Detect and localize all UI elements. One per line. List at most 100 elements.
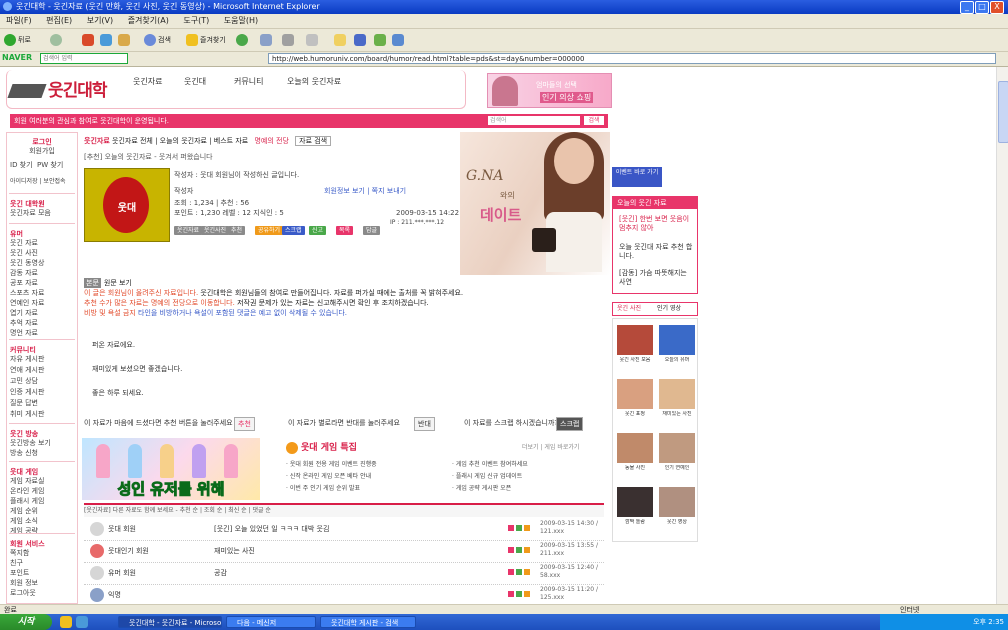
recommend-button[interactable]: 추천 <box>234 417 255 431</box>
thumbnail-caption[interactable]: 웃긴 사진 모음 <box>615 357 655 363</box>
folder-button[interactable] <box>334 32 348 48</box>
sidebar-item-community[interactable]: 연애 게시판 <box>7 366 77 375</box>
address-input[interactable]: http://web.humoruniv.com/board/humor/rea… <box>268 53 996 64</box>
author-profile-link[interactable]: 회원정보 보기 | 쪽지 보내기 <box>324 186 406 196</box>
nav-univ[interactable]: 웃긴대 <box>184 76 206 87</box>
sidebar-item-member[interactable]: 친구 <box>7 559 77 568</box>
breadcrumb-links[interactable]: 웃긴자료 전체 | 오늘의 웃긴자료 | 베스트 자료 <box>112 137 248 145</box>
home-button[interactable] <box>118 32 132 48</box>
mail-button[interactable] <box>260 32 274 48</box>
task-messenger[interactable]: 다음 - 메신저 <box>226 616 316 628</box>
sidebar-section-broadcast[interactable]: 웃긴 방송 <box>7 429 77 439</box>
table-row[interactable]: 웃대 회원 [웃긴] 오늘 있었던 일 ㅋㅋㅋ 대박 웃김 2009-03-15 1… <box>84 518 604 541</box>
close-button[interactable]: X <box>990 1 1004 14</box>
sidebar-item-game[interactable]: 게임 소식 <box>7 517 77 526</box>
tools-button[interactable] <box>392 32 406 48</box>
site-search-button[interactable]: 검색 <box>584 116 604 125</box>
row-title[interactable]: 공감 <box>214 568 227 578</box>
table-row[interactable]: 유머 회원 공감 2009-03-15 12:40 / 58.xxx <box>84 562 604 585</box>
row-title[interactable]: [웃긴] 오늘 있었던 일 ㅋㅋㅋ 대박 웃김 <box>214 524 329 534</box>
thumbnail-image[interactable] <box>617 433 653 463</box>
find-id-link[interactable]: ID 찾기 PW 찾기 <box>7 161 77 170</box>
stop-button[interactable] <box>82 32 96 48</box>
game-list-item[interactable]: · 웃대 회원 전용 게임 이벤트 진행중 <box>286 460 377 469</box>
best-link[interactable]: 명예의 전당 <box>254 137 288 145</box>
thumbnail-image[interactable] <box>659 487 695 517</box>
scrap-button[interactable]: 스크랩 <box>556 417 584 431</box>
menu-help[interactable]: 도움말(H) <box>218 14 264 28</box>
thumbnail-image[interactable] <box>617 379 653 409</box>
sidebar-item-humor[interactable]: 감동 자료 <box>7 269 77 278</box>
sidebar-item-humor[interactable]: 웃긴 사진 <box>7 249 77 258</box>
start-button[interactable]: 시작 <box>0 614 52 630</box>
tab-popular-video[interactable]: 인기 영상 <box>657 303 681 315</box>
sidebar-item-humor[interactable]: 스포츠 자료 <box>7 289 77 298</box>
maximize-button[interactable]: □ <box>975 1 989 14</box>
history-button[interactable] <box>236 32 250 48</box>
post-tag-button[interactable]: 신고 <box>309 226 327 235</box>
sidebar-item-game[interactable]: 온라인 게임 <box>7 487 77 496</box>
post-tag-button[interactable]: 추천 <box>228 226 246 235</box>
gna-ad-banner[interactable]: G.NA 와의 데이트 <box>460 132 610 275</box>
thumbnail-image[interactable] <box>659 325 695 355</box>
thumbnail-image[interactable] <box>659 379 695 409</box>
sidebar-section-grad[interactable]: 웃긴 대학원 <box>7 199 77 209</box>
row-title[interactable]: 재미있는 사진 <box>214 546 255 556</box>
scroll-thumb[interactable] <box>998 81 1008 143</box>
print-button[interactable] <box>282 32 296 48</box>
thumbnail-caption[interactable]: 재미있는 사진 <box>657 411 697 417</box>
post-tag-button[interactable]: 웃긴사진 <box>201 226 230 235</box>
sidebar-item-community[interactable]: 질문 답변 <box>7 399 77 408</box>
row-nickname[interactable]: 웃대 회원 <box>108 524 136 534</box>
sidebar-item-game[interactable]: 게임 순위 <box>7 507 77 516</box>
sidebar-item-humor[interactable]: 공포 자료 <box>7 279 77 288</box>
sidebar-item-humor[interactable]: 명언 자료 <box>7 329 77 338</box>
thumbnail-caption[interactable]: 깜짝 놀람 <box>615 519 655 525</box>
messenger-button[interactable] <box>374 32 388 48</box>
post-tag-button[interactable]: 공유하기 <box>255 226 284 235</box>
view-original-tab[interactable]: 원문 보기 <box>104 279 132 287</box>
game-list-item[interactable]: · 게임 추천 이벤트 참여하세요 <box>452 460 528 469</box>
nav-community[interactable]: 커뮤니티 <box>234 76 263 87</box>
menu-tools[interactable]: 도구(T) <box>177 14 215 28</box>
menu-edit[interactable]: 편집(E) <box>40 14 78 28</box>
sidebar-section-humor[interactable]: 유머 <box>7 229 77 239</box>
post-tag-button[interactable]: 웃긴자료 <box>174 226 203 235</box>
oppose-button[interactable]: 반대 <box>414 417 435 431</box>
row-nickname[interactable]: 익명 <box>108 590 121 600</box>
row-nickname[interactable]: 유머 회원 <box>108 568 136 578</box>
nav-today[interactable]: 오늘의 웃긴자료 <box>287 76 341 87</box>
game-list-item[interactable]: · 신작 온라인 게임 오픈 베타 안내 <box>286 472 371 481</box>
forward-button[interactable] <box>50 32 64 48</box>
thumbnail-caption[interactable]: 동물 사진 <box>615 465 655 471</box>
search-button[interactable]: 검색 <box>144 32 171 48</box>
sidebar-item-member[interactable]: 포인트 <box>7 569 77 578</box>
post-tag-button[interactable]: 스크랩 <box>282 226 305 235</box>
game-more-link[interactable]: 더보기 | 게임 바로가기 <box>522 442 579 451</box>
sidebar-item-broadcast[interactable]: 방송 신청 <box>7 449 77 458</box>
sidebar-item-humor[interactable]: 추억 자료 <box>7 319 77 328</box>
sidebar-item-game[interactable]: 플래시 게임 <box>7 497 77 506</box>
sidebar-item-game[interactable]: 게임 자료실 <box>7 477 77 486</box>
task-ie[interactable]: 웃긴대학 - 웃긴자료 - Microsoft... <box>118 616 222 628</box>
sidebar-item-community[interactable]: 고민 상담 <box>7 377 77 386</box>
refresh-button[interactable] <box>100 32 114 48</box>
sidebar-item-humor[interactable]: 웃긴 동영상 <box>7 259 77 268</box>
thumbnail-image[interactable] <box>617 487 653 517</box>
today-humor-item[interactable]: [웃긴] 한번 보면 웃음이 멈추지 않아 <box>619 215 695 233</box>
quicklaunch-icon[interactable] <box>60 616 72 628</box>
nav-humor[interactable]: 웃긴자료 <box>133 76 162 87</box>
top-ad-banner[interactable]: 엄마들의 선택 인기 의상 쇼핑 <box>487 73 612 108</box>
game-box-title[interactable]: 웃대 게임 특집 <box>286 440 357 454</box>
sidebar-section-game[interactable]: 웃대 게임 <box>7 467 77 477</box>
thumbnail-image[interactable] <box>617 325 653 355</box>
back-button[interactable]: 뒤로 <box>4 32 31 48</box>
sidebar-item-grad[interactable]: 웃긴자료 모음 <box>7 209 77 218</box>
table-row[interactable]: 웃대인기 회원 재미있는 사진 2009-03-15 13:55 / 211.xxx <box>84 540 604 563</box>
thumbnail-caption[interactable]: 웃긴 표정 <box>615 411 655 417</box>
favorites-button[interactable]: 즐겨찾기 <box>186 32 226 48</box>
thumbnail-caption[interactable]: 오늘의 유머 <box>657 357 697 363</box>
minimize-button[interactable]: _ <box>960 1 974 14</box>
sidebar-item-community[interactable]: 자유 게시판 <box>7 355 77 364</box>
thumbnail-caption[interactable]: 인기 연예인 <box>657 465 697 471</box>
